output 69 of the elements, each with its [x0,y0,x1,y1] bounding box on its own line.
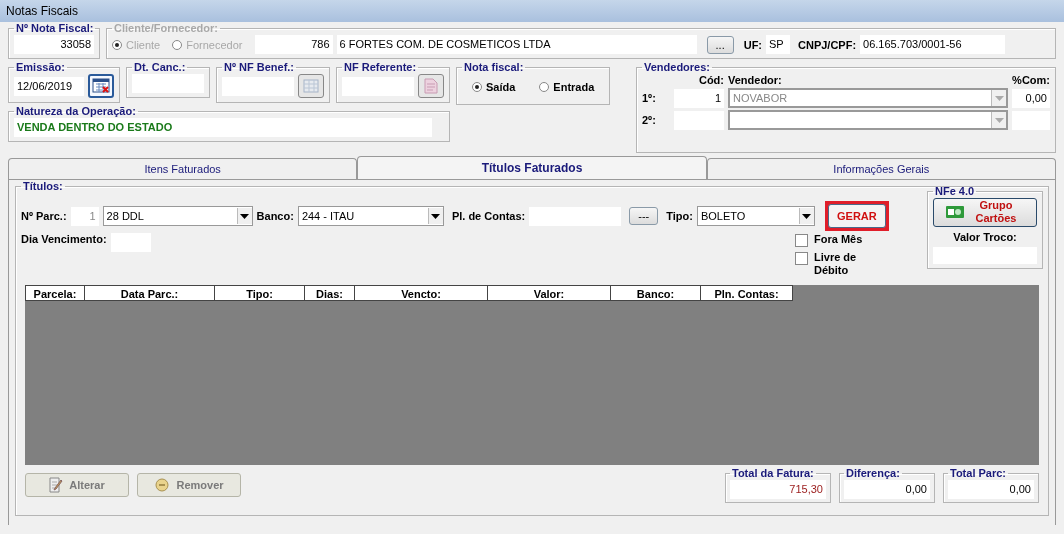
group-label: Natureza da Operação: [15,105,137,118]
tab[interactable]: Títulos Faturados [357,156,707,179]
radio-button[interactable]: Entrada [539,81,595,93]
field-label: UF: [743,38,762,51]
group-label: Total da Fatura: [731,467,815,480]
edit-icon [49,477,64,493]
group-label: Diferença: [845,467,901,480]
dropdown[interactable] [728,110,1008,130]
group-label: NFe 4.0 [934,185,976,198]
column-label: Vendedor: [728,74,783,86]
document-icon [424,78,438,94]
remove-icon [154,477,171,493]
total-field[interactable]: 715,30 [730,480,826,499]
field-label: Valor Troco: [952,230,1018,243]
radio-button[interactable]: Saída [472,81,516,93]
group-label: Nota fiscal: [463,61,525,74]
dropdown[interactable]: 244 - ITAU [297,206,444,226]
card-icon [946,206,964,219]
dropdown[interactable]: BOLETO [696,206,815,226]
group-label: Nº Nota Fiscal: [15,22,95,35]
column-header[interactable]: Valor: [488,285,611,301]
checkbox-label: Fora Mês [814,233,864,246]
column-header[interactable]: Data Parc.: [85,285,215,301]
lookup-button[interactable]: --- [629,207,659,225]
group-label: Dt. Canc.: [133,61,187,74]
field-label: Tipo: [666,210,693,222]
calendar-button[interactable] [88,74,114,98]
dropdown[interactable]: 28 DDL [102,206,253,226]
input-field[interactable]: 0,00 [1012,88,1050,108]
row-label: 2º: [642,114,657,126]
column-header[interactable]: Dias: [305,285,355,301]
column-header[interactable]: Parcela: [25,285,85,301]
card-group-button[interactable]: Grupo Cartões [933,198,1037,227]
checkbox[interactable] [795,252,808,265]
column-label: Cód: [697,74,724,86]
input-field[interactable]: 33058 [14,35,94,54]
dropdown[interactable]: NOVABOR [728,88,1008,108]
checkbox[interactable] [795,234,808,247]
field-label: Pl. de Contas: [451,210,526,222]
input-field[interactable]: 1 [674,88,724,108]
group-label: Emissão: [15,61,66,74]
generate-button[interactable]: GERAR [827,204,886,228]
input-field[interactable]: VENDA DENTRO DO ESTADO [14,118,432,137]
row-label: 1º: [642,92,657,104]
date-field[interactable]: 12/06/2019 [14,76,84,96]
input-field[interactable]: 1 [70,206,99,226]
total-field[interactable]: 0,00 [844,480,930,499]
group-label: Total Parc: [949,467,1008,480]
window-title: Notas Fiscais [6,4,79,18]
group-label: Vendedores: [643,61,712,74]
column-header[interactable]: Pln. Contas: [701,285,793,301]
field-label: CNPJ/CPF: [798,38,857,51]
group-label: Títulos: [22,180,64,193]
calendar-icon [92,78,110,94]
field-label: Banco: [256,210,294,222]
column-header[interactable]: Banco: [611,285,701,301]
group-label: Nº NF Benef.: [223,61,296,74]
total-field[interactable]: 0,00 [948,480,1034,499]
field-label: Dia Vencimento: [21,233,107,245]
group-label: Cliente/Fornecedor: [113,22,219,35]
column-label: %Com: [1012,74,1050,86]
table-icon [303,79,319,93]
group-label: NF Referente: [343,61,418,74]
checkbox-label: Livre de Débito [814,251,858,277]
field-label: Nº Parc.: [21,210,67,222]
column-header[interactable]: Tipo: [215,285,305,301]
tab[interactable]: Itens Faturados [8,158,358,179]
column-header[interactable]: Vencto: [355,285,488,301]
tab[interactable]: Informações Gerais [706,158,1056,179]
